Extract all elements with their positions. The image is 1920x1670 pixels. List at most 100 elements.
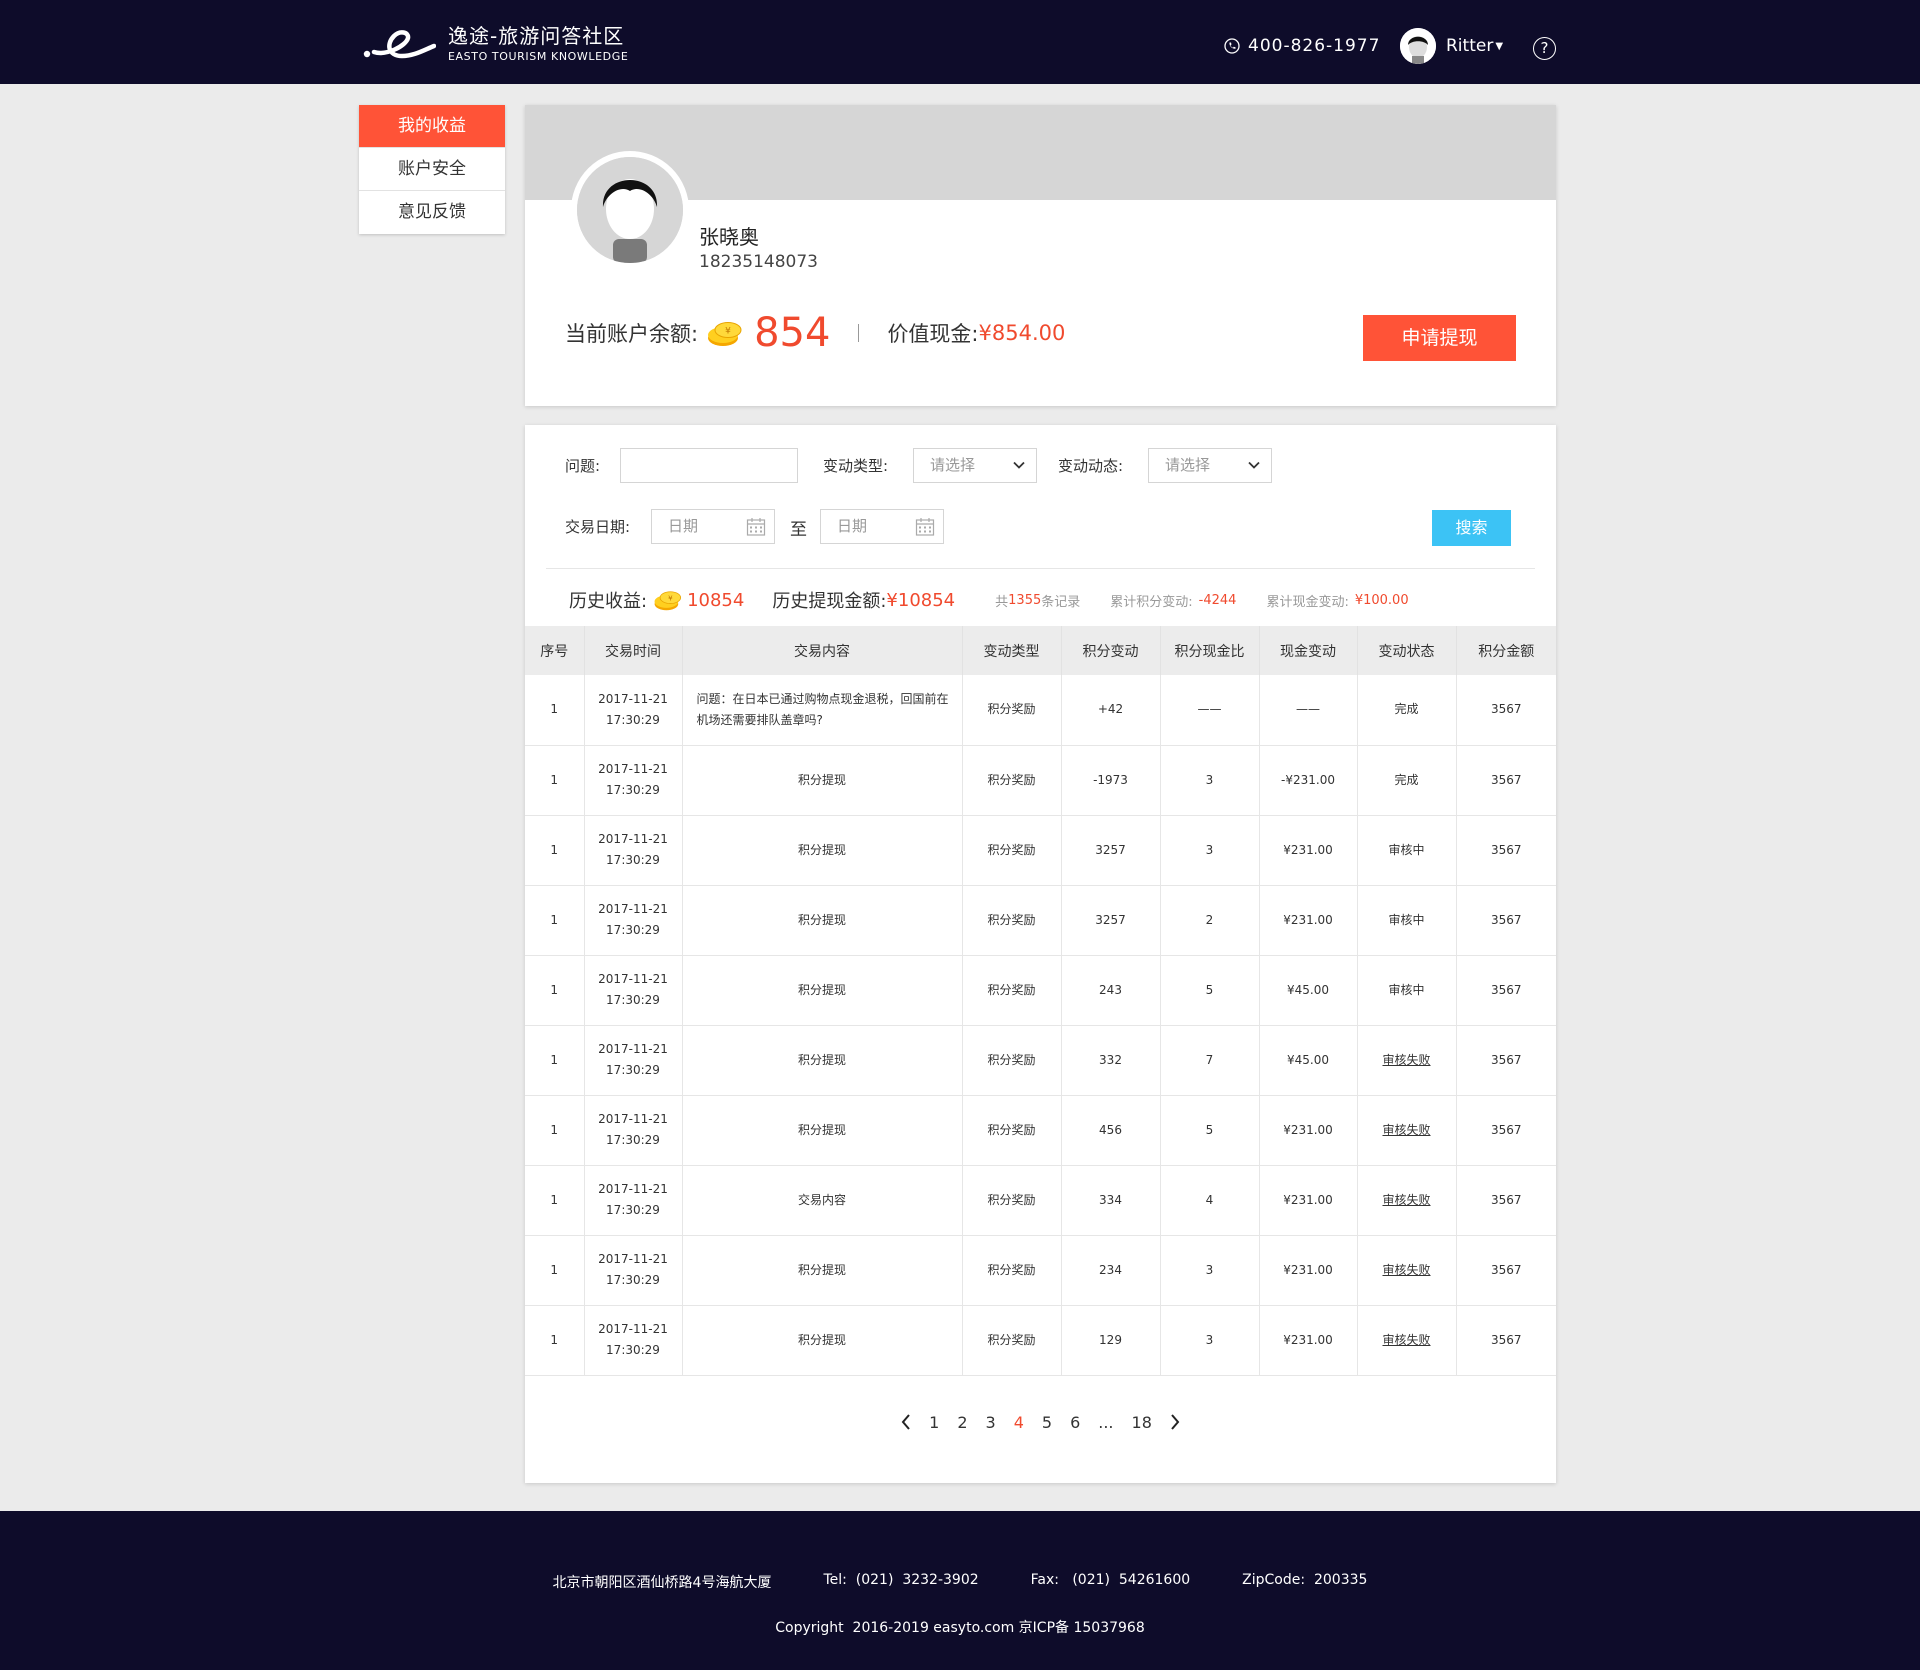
next-page-button[interactable] <box>1161 1413 1189 1431</box>
cell-date-text: 2017-11-21 <box>598 1252 668 1266</box>
table-row: 1 2017-11-21 17:30:29 积分提现 积分奖励 243 5 ¥45.00 审核中… <box>525 955 1556 1026</box>
cell-date-text: 2017-11-21 <box>598 1182 668 1196</box>
cell-points: -1973 <box>1061 745 1161 816</box>
cell-time: 2017-11-21 17:30:29 <box>584 675 683 746</box>
balance-value: 854 <box>754 310 831 356</box>
cell-amount-text: 3567 <box>1490 912 1522 927</box>
divider <box>546 568 1535 569</box>
cell-status[interactable]: 审核失败 <box>1357 1095 1457 1166</box>
cell-cash-text: ¥231.00 <box>1283 1332 1333 1347</box>
cell-points-text: -1973 <box>1093 772 1128 787</box>
table-row: 1 2017-11-21 17:30:29 积分提现 积分奖励 456 5 ¥231.00 审核… <box>525 1095 1556 1166</box>
sidebar-item-security[interactable]: 账户安全 <box>359 148 505 191</box>
cell-ratio: 2 <box>1160 885 1260 956</box>
cell-points-text: 3257 <box>1095 842 1126 857</box>
page-number[interactable]: 1 <box>920 1413 948 1432</box>
withdraw-button[interactable]: 申请提现 <box>1363 315 1516 361</box>
cell-status-text: 审核失败 <box>1382 1122 1431 1137</box>
cell-amount: 3567 <box>1456 885 1556 956</box>
col-header: 积分变动 <box>1061 626 1161 675</box>
prev-page-button[interactable] <box>892 1413 920 1431</box>
cell-clock-text: 17:30:29 <box>606 1063 660 1077</box>
chevron-down-icon <box>1013 461 1025 469</box>
cell-ratio-text: 5 <box>1205 982 1214 997</box>
calendar-icon <box>746 518 766 536</box>
dynamic-select[interactable]: 请选择 <box>1148 448 1272 483</box>
cell-cash: ¥231.00 <box>1259 1305 1358 1376</box>
cell-amount-text: 3567 <box>1490 982 1522 997</box>
cell-type-text: 积分奖励 <box>987 702 1036 717</box>
page-number[interactable]: 3 <box>977 1413 1005 1432</box>
cell-type-text: 积分奖励 <box>987 842 1036 857</box>
search-button[interactable]: 搜索 <box>1432 510 1511 546</box>
cell-ratio-text: 4 <box>1205 1192 1214 1207</box>
profile-avatar <box>571 151 689 269</box>
cell-points-text: 334 <box>1099 1192 1122 1207</box>
footer-address: 北京市朝阳区酒仙桥路4号海航大厦 <box>552 1575 772 1591</box>
cell-no: 1 <box>525 1095 585 1166</box>
cell-ratio: 5 <box>1160 1095 1260 1166</box>
sidebar-item-feedback[interactable]: 意见反馈 <box>359 191 505 234</box>
table-row: 1 2017-11-21 17:30:29 交易内容 积分奖励 334 4 ¥231.00 审核… <box>525 1165 1556 1236</box>
help-icon[interactable]: ? <box>1533 37 1556 60</box>
question-input[interactable] <box>620 448 798 483</box>
logo-title: 逸途-旅游问答社区 <box>448 24 625 48</box>
profile-name: 张晓奥 <box>699 225 759 249</box>
cell-cash: ¥231.00 <box>1259 1095 1358 1166</box>
cash-change-value: ¥100.00 <box>1354 592 1409 608</box>
pagination: 1 2 3 4 5 6... 18 <box>525 1409 1556 1435</box>
user-menu[interactable]: Ritter ▼ <box>1400 28 1503 64</box>
cell-cash-text: -¥231.00 <box>1281 772 1335 787</box>
page-number[interactable]: 5 <box>1033 1413 1061 1432</box>
chevron-right-icon <box>1171 1414 1180 1430</box>
sidebar-item-earnings[interactable]: 我的收益 <box>359 105 505 148</box>
cell-cash-text: ¥45.00 <box>1287 1052 1329 1067</box>
col-header: 现金变动 <box>1259 626 1358 675</box>
cell-type: 积分奖励 <box>962 955 1062 1026</box>
date-label: 交易日期: <box>565 518 631 536</box>
cell-amount-text: 3567 <box>1490 1262 1522 1277</box>
cell-status[interactable]: 审核中 <box>1357 885 1457 956</box>
cell-content: 积分提现 <box>682 815 963 886</box>
cell-type-text: 积分奖励 <box>987 772 1036 787</box>
cell-date-text: 2017-11-21 <box>598 1042 668 1056</box>
date-to-input[interactable]: 日期 <box>820 509 944 544</box>
type-select[interactable]: 请选择 <box>913 448 1037 483</box>
page-number[interactable]: 2 <box>948 1413 976 1432</box>
cell-points: 129 <box>1061 1305 1161 1376</box>
cell-status[interactable]: 审核失败 <box>1357 1235 1457 1306</box>
cell-cash-text: ¥231.00 <box>1283 912 1333 927</box>
cell-type: 积分奖励 <box>962 675 1062 746</box>
date-from-placeholder: 日期 <box>668 517 699 535</box>
cell-status[interactable]: 审核失败 <box>1357 1305 1457 1376</box>
cell-date-text: 2017-11-21 <box>598 1112 668 1126</box>
history-withdraw-label: 历史提现金额: <box>772 591 887 612</box>
cell-cash-text: ¥231.00 <box>1283 1262 1333 1277</box>
cell-ratio: 4 <box>1160 1165 1260 1236</box>
col-header: 序号 <box>525 626 585 675</box>
cell-date-text: 2017-11-21 <box>598 762 668 776</box>
cell-type: 积分奖励 <box>962 885 1062 956</box>
cell-clock-text: 17:30:29 <box>606 712 660 727</box>
cell-status[interactable]: 审核中 <box>1357 815 1457 886</box>
cell-points-text: +42 <box>1097 702 1124 717</box>
page-number[interactable]: 4 <box>1005 1413 1033 1432</box>
page-number[interactable]: 6 <box>1061 1413 1089 1432</box>
stats-bar: 历史收益: ¥ 10854 历史提现金额: ¥10854 共 1355 条记录 … <box>569 585 1409 615</box>
cell-time: 2017-11-21 17:30:29 <box>584 745 683 816</box>
cell-content-text: 积分提现 <box>797 842 846 857</box>
cell-content: 积分提现 <box>682 955 963 1026</box>
cell-cash: ¥231.00 <box>1259 885 1358 956</box>
chevron-down-icon <box>1248 461 1260 469</box>
date-from-input[interactable]: 日期 <box>651 509 775 544</box>
cell-date-text: 2017-11-21 <box>598 972 668 986</box>
cell-cash: ¥231.00 <box>1259 815 1358 886</box>
top-header: 逸途-旅游问答社区 EASTO TOURISM KNOWLEDGE 400-82… <box>0 0 1920 84</box>
cell-type: 积分奖励 <box>962 745 1062 816</box>
site-logo[interactable]: 逸途-旅游问答社区 EASTO TOURISM KNOWLEDGE <box>362 24 628 63</box>
page-list: 1 2 3 4 5 6... 18 <box>920 1413 1161 1432</box>
cell-status[interactable]: 审核失败 <box>1357 1025 1457 1096</box>
cell-status[interactable]: 审核失败 <box>1357 1165 1457 1236</box>
cell-status[interactable]: 审核中 <box>1357 955 1457 1026</box>
page-number[interactable]: 18 <box>1123 1413 1161 1432</box>
